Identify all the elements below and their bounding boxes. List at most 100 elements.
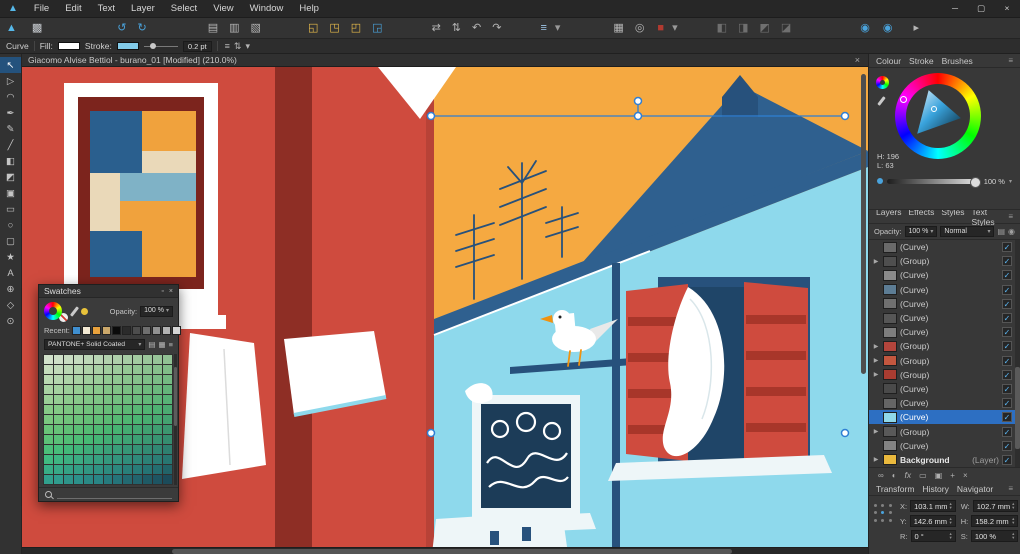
swatch-cell[interactable]	[113, 445, 123, 454]
swatch-cell[interactable]	[53, 475, 63, 484]
swatch-cell[interactable]	[113, 455, 123, 464]
eyedropper-icon[interactable]	[877, 96, 886, 106]
saturation-triangle[interactable]	[917, 90, 961, 134]
spinner-icon[interactable]: ▴ ▾	[949, 531, 951, 540]
layer-visibility-checkbox[interactable]: ✓	[1002, 341, 1012, 352]
layer-row[interactable]: ▶ (Group) ✓	[869, 339, 1020, 353]
layer-row[interactable]: (Curve) ✓	[869, 325, 1020, 339]
layer-effects-icon[interactable]: fx	[905, 470, 912, 480]
horizontal-scrollbar-thumb[interactable]	[172, 549, 732, 554]
swatch-cell[interactable]	[63, 395, 73, 404]
expand-arrow-icon[interactable]: ▶	[872, 371, 880, 378]
swatch-cell[interactable]	[83, 365, 93, 374]
group-layers-icon[interactable]: ▣	[935, 471, 943, 480]
layer-row[interactable]: ▶ (Group) ✓	[869, 354, 1020, 368]
swatch-cell[interactable]	[123, 365, 133, 374]
layer-visibility-checkbox[interactable]: ✓	[1002, 298, 1012, 309]
swatch-cell[interactable]	[83, 355, 93, 364]
spinner-icon[interactable]: ▴ ▾	[949, 501, 951, 510]
swatch-cell[interactable]	[93, 465, 103, 474]
swatch-cell[interactable]	[93, 425, 103, 434]
swatch-cell[interactable]	[63, 415, 73, 424]
align-bottom-icon[interactable]: ◪	[779, 21, 793, 36]
swatch-cell[interactable]	[123, 445, 133, 454]
swatch-cell[interactable]	[113, 385, 123, 394]
swatch-cell[interactable]	[83, 475, 93, 484]
swatch-cell[interactable]	[53, 375, 63, 384]
swatch-cell[interactable]	[103, 425, 113, 434]
swatch-cell[interactable]	[93, 445, 103, 454]
swatch-cell[interactable]	[153, 395, 163, 404]
layer-row[interactable]: ▶ Background (Layer) ✓	[869, 453, 1020, 467]
swatch-cell[interactable]	[83, 455, 93, 464]
swatch-cell[interactable]	[163, 355, 172, 364]
swatch-cell[interactable]	[53, 365, 63, 374]
swatch-cell[interactable]	[123, 465, 133, 474]
swatch-cell[interactable]	[73, 365, 83, 374]
chevron-down-icon[interactable]: ▾	[1009, 178, 1012, 185]
swatch-cell[interactable]	[83, 385, 93, 394]
swatch-cell[interactable]	[44, 385, 53, 394]
swatch-cell[interactable]	[153, 385, 163, 394]
layer-visibility-checkbox[interactable]: ✓	[1002, 327, 1012, 338]
swatch-cell[interactable]	[53, 435, 63, 444]
hue-wheel[interactable]	[895, 73, 981, 159]
wheel-mode-icon[interactable]	[876, 76, 889, 89]
swatch-cell[interactable]	[73, 395, 83, 404]
swatch-cell[interactable]	[133, 395, 143, 404]
opacity-dropdown[interactable]: 100 % ▾	[140, 305, 173, 317]
menu-item[interactable]: Select	[163, 0, 205, 18]
star-tool[interactable]: ★	[0, 249, 21, 265]
export-icon[interactable]: ▧	[249, 21, 263, 36]
transform-panel-tab[interactable]: History	[922, 484, 948, 494]
recent-swatch[interactable]	[91, 326, 101, 335]
swatch-cell[interactable]	[73, 455, 83, 464]
swatch-cell[interactable]	[153, 435, 163, 444]
swatch-cell[interactable]	[53, 465, 63, 474]
menu-item[interactable]: Edit	[57, 0, 89, 18]
menu-item[interactable]: Text	[90, 0, 123, 18]
swatch-cell[interactable]	[153, 455, 163, 464]
layer-visibility-checkbox[interactable]: ✓	[1002, 454, 1012, 465]
stroke-swatch[interactable]	[116, 42, 139, 50]
swatch-cell[interactable]	[44, 465, 53, 474]
eyedropper-icon[interactable]	[69, 305, 80, 317]
blend-options-icon[interactable]: ▤	[997, 227, 1005, 236]
layer-row[interactable]: (Curve) ✓	[869, 283, 1020, 297]
swatch-cell[interactable]	[44, 375, 53, 384]
adjustment-icon[interactable]: ◐	[892, 471, 897, 480]
swatch-cell[interactable]	[103, 455, 113, 464]
swatch-cell[interactable]	[143, 455, 153, 464]
swatch-cell[interactable]	[73, 405, 83, 414]
opacity-slider[interactable]	[887, 176, 981, 188]
spinner-icon[interactable]: ▴ ▾	[1012, 501, 1014, 510]
swatch-cell[interactable]	[143, 365, 153, 374]
swatch-cell[interactable]	[123, 385, 133, 394]
swatch-cell[interactable]	[163, 455, 172, 464]
swatch-cell[interactable]	[143, 465, 153, 474]
swatch-cell[interactable]	[53, 355, 63, 364]
layer-row[interactable]: (Curve) ✓	[869, 240, 1020, 254]
swatch-cell[interactable]	[133, 475, 143, 484]
swatch-cell[interactable]	[63, 355, 73, 364]
swatch-cell[interactable]	[63, 425, 73, 434]
menu-item[interactable]: File	[26, 0, 57, 18]
menu-item[interactable]: Window	[242, 0, 292, 18]
swatch-cell[interactable]	[73, 385, 83, 394]
add-layer-icon[interactable]: +	[950, 471, 955, 480]
swatch-cell[interactable]	[163, 405, 172, 414]
recent-swatch[interactable]	[121, 326, 131, 335]
swatch-cell[interactable]	[113, 425, 123, 434]
menu-item[interactable]: View	[205, 0, 241, 18]
swatch-cell[interactable]	[73, 475, 83, 484]
mask-icon[interactable]: ▭	[919, 471, 927, 480]
panels-toggle-icon[interactable]: ▸	[911, 21, 921, 36]
swatch-cell[interactable]	[93, 365, 103, 374]
layer-row[interactable]: (Curve) ✓	[869, 382, 1020, 396]
stroke-order-icon[interactable]: ⇅	[232, 41, 244, 52]
delete-layer-icon[interactable]: ×	[963, 471, 968, 480]
transform-field-input[interactable]: 103.1 mm ▴ ▾	[910, 500, 956, 512]
palette-dropdown[interactable]: PANTONE+ Solid Coated ▾	[44, 339, 146, 350]
fill-well-icon[interactable]: ■	[655, 21, 666, 36]
node-tool[interactable]: ▷	[0, 73, 21, 89]
